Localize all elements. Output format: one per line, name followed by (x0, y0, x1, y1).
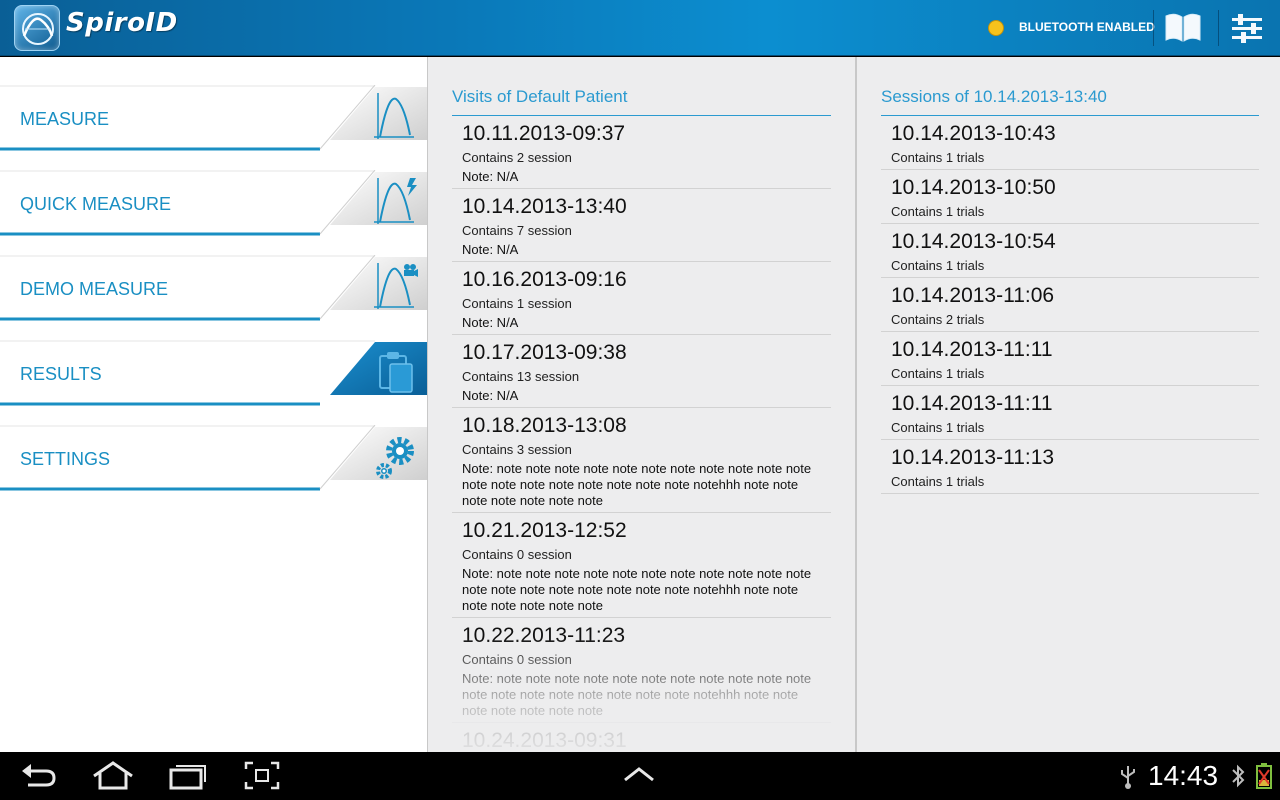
visit-date: 10.16.2013-09:16 (462, 268, 627, 291)
visit-row[interactable]: 10.16.2013-09:16 Contains 1 session Note… (452, 262, 831, 335)
usb-icon (1118, 764, 1138, 794)
visit-row[interactable]: 10.18.2013-13:08 Contains 3 session Note… (452, 408, 831, 513)
sessions-list-pane[interactable]: Sessions of 10.14.2013-13:40 10.14.2013-… (857, 57, 1280, 752)
screenshot-icon[interactable] (244, 760, 280, 796)
session-row[interactable]: 10.14.2013-10:54 Contains 1 trials (881, 224, 1259, 278)
header-separator (1218, 10, 1219, 46)
visit-date: 10.11.2013-09:37 (462, 122, 626, 145)
visit-session-count: Contains 13 session (462, 369, 580, 384)
sliders-icon[interactable] (1230, 12, 1264, 44)
session-date: 10.14.2013-11:11 (891, 392, 1053, 415)
menu-label: SETTINGS (20, 449, 111, 469)
menu-label: MEASURE (20, 109, 110, 129)
visit-note: Note: N/A (462, 242, 519, 257)
visit-date: 10.18.2013-13:08 (462, 414, 627, 437)
visit-row[interactable]: 10.11.2013-09:37 Contains 2 session Note… (452, 116, 831, 189)
battery-icon (1256, 762, 1272, 794)
session-date: 10.14.2013-10:50 (891, 176, 1056, 199)
spirometry-curve-camera-icon (372, 261, 420, 313)
visit-session-count: Contains 0 session (462, 652, 572, 667)
visit-date: 10.22.2013-11:23 (462, 624, 626, 647)
system-clock: 14:43 (1148, 760, 1219, 791)
app-header-bar: SpiroID BLUETOOTH ENABLED (0, 0, 1280, 56)
sessions-header: Sessions of 10.14.2013-13:40 (881, 87, 1107, 106)
session-row[interactable]: 10.14.2013-11:06 Contains 2 trials (881, 278, 1259, 332)
app-logo-icon (14, 5, 60, 51)
visit-row[interactable]: 10.22.2013-11:23 Contains 0 session Note… (452, 618, 831, 723)
visit-session-count: Contains 2 session (462, 150, 572, 165)
visit-note: Note: N/A (462, 388, 519, 403)
clipboard-icon (372, 346, 420, 398)
menu-label: QUICK MEASURE (20, 194, 172, 214)
menu-item-measure[interactable]: MEASURE (0, 85, 427, 155)
visit-session-count: Contains 1 session (462, 296, 572, 311)
menu-label: DEMO MEASURE (20, 279, 169, 299)
bluetooth-status-dot (988, 20, 1004, 36)
menu-item-results[interactable]: RESULTS (0, 340, 427, 410)
session-trial-count: Contains 1 trials (891, 366, 985, 381)
back-icon[interactable] (20, 760, 58, 796)
header-separator (1153, 10, 1154, 46)
menu-item-quick-measure[interactable]: QUICK MEASURE (0, 170, 427, 240)
visit-note: Note: note note note note note note note… (462, 461, 812, 508)
visit-row[interactable]: 10.21.2013-12:52 Contains 0 session Note… (452, 513, 831, 618)
bluetooth-icon (1231, 764, 1245, 792)
menu-item-demo-measure[interactable]: DEMO MEASURE (0, 255, 427, 325)
session-row[interactable]: 10.14.2013-11:11 Contains 1 trials (881, 386, 1259, 440)
gears-icon (372, 431, 420, 483)
session-date: 10.14.2013-10:43 (891, 122, 1056, 145)
session-date: 10.14.2013-11:06 (891, 284, 1055, 307)
session-date: 10.14.2013-10:54 (891, 230, 1056, 253)
session-date: 10.14.2013-11:11 (891, 338, 1053, 361)
menu-label: RESULTS (20, 364, 102, 384)
session-trial-count: Contains 2 trials (891, 312, 985, 327)
main-menu: MEASURE QUICK MEASURE DEMO MEASURE RESUL… (0, 57, 427, 752)
session-row[interactable]: 10.14.2013-11:11 Contains 1 trials (881, 332, 1259, 386)
system-navigation-bar: 14:43 (0, 752, 1280, 800)
spirometry-curve-lightning-icon (372, 176, 420, 228)
visit-row[interactable]: 10.14.2013-13:40 Contains 7 session Note… (452, 189, 831, 262)
visit-date: 10.14.2013-13:40 (462, 195, 627, 218)
spirometry-curve-icon (372, 91, 420, 143)
session-trial-count: Contains 1 trials (891, 204, 985, 219)
session-trial-count: Contains 1 trials (891, 474, 985, 489)
visit-note: Note: N/A (462, 169, 519, 184)
session-date: 10.14.2013-11:13 (891, 446, 1055, 469)
visit-date: 10.21.2013-12:52 (462, 519, 627, 542)
session-trial-count: Contains 1 trials (891, 420, 985, 435)
session-row[interactable]: 10.14.2013-10:43 Contains 1 trials (881, 116, 1259, 170)
visit-note: Note: note note note note note note note… (462, 566, 812, 613)
visit-note: Note: N/A (462, 315, 519, 330)
recent-apps-icon[interactable] (168, 760, 208, 796)
visit-note: Note: note note note note note note note… (462, 671, 812, 718)
home-icon[interactable] (92, 760, 134, 796)
visit-date: 10.24.2013-09:31 (462, 729, 627, 752)
session-row[interactable]: 10.14.2013-10:50 Contains 1 trials (881, 170, 1259, 224)
visit-session-count: Contains 0 session (462, 547, 572, 562)
book-icon[interactable] (1164, 12, 1202, 44)
session-trial-count: Contains 1 trials (891, 258, 985, 273)
session-row[interactable]: 10.14.2013-11:13 Contains 1 trials (881, 440, 1259, 494)
session-trial-count: Contains 1 trials (891, 150, 985, 165)
visit-date: 10.17.2013-09:38 (462, 341, 627, 364)
visit-row[interactable]: 10.24.2013-09:31 (452, 723, 831, 752)
bluetooth-status-label: BLUETOOTH ENABLED (1019, 20, 1155, 34)
visit-session-count: Contains 3 session (462, 442, 572, 457)
visit-session-count: Contains 7 session (462, 223, 572, 238)
visits-list-pane[interactable]: Visits of Default Patient 10.11.2013-09:… (428, 57, 855, 752)
chevron-up-icon[interactable] (622, 764, 656, 788)
visits-header: Visits of Default Patient (452, 87, 628, 106)
app-title: SpiroID (66, 8, 178, 38)
menu-item-settings[interactable]: SETTINGS (0, 425, 427, 495)
visit-row[interactable]: 10.17.2013-09:38 Contains 13 session Not… (452, 335, 831, 408)
